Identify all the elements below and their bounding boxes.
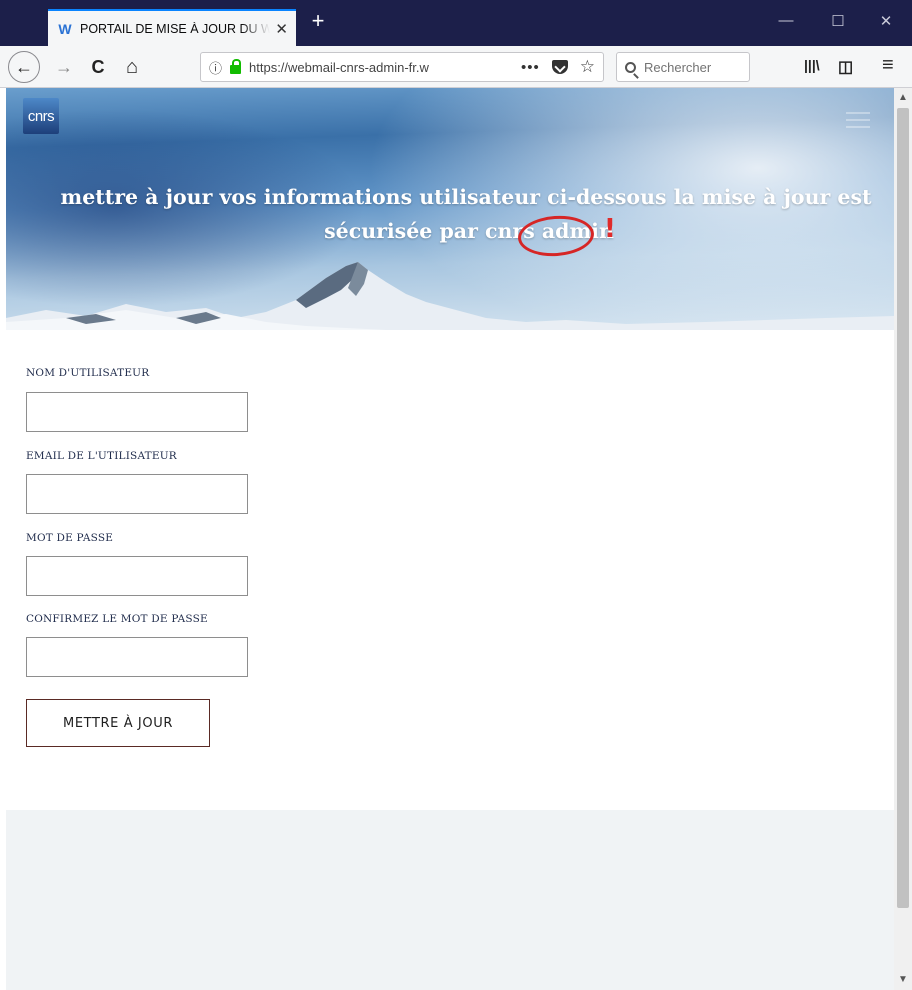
url-bar[interactable]: ⓘ https://webmail-cnrs-admin-fr.w ••• ☆ xyxy=(200,52,604,82)
password-label: MOT DE PASSE xyxy=(26,532,114,544)
page-actions-icon[interactable]: ••• xyxy=(521,59,540,76)
library-icon[interactable]: |||\ xyxy=(804,57,820,73)
email-input[interactable] xyxy=(26,474,248,514)
lock-icon xyxy=(230,58,242,74)
mountain-range-image xyxy=(6,262,894,330)
update-form: NOM D'UTILISATEUR EMAIL DE L'UTILISATEUR… xyxy=(6,330,894,810)
reload-button[interactable]: C xyxy=(84,53,112,81)
username-label: NOM D'UTILISATEUR xyxy=(26,367,150,379)
tab-title: PORTAIL DE MISE À JOUR DU W xyxy=(80,21,270,36)
new-tab-button[interactable]: + xyxy=(306,10,330,34)
browser-tab-active[interactable]: W PORTAIL DE MISE À JOUR DU W ✕ xyxy=(48,9,296,46)
confirm-password-input[interactable] xyxy=(26,637,248,677)
url-text[interactable]: https://webmail-cnrs-admin-fr.w xyxy=(249,60,487,75)
logo-text: cnrs xyxy=(27,107,55,125)
headline-line-1: mettre à jour vos informations utilisate… xyxy=(60,185,872,209)
search-bar[interactable]: Rechercher xyxy=(616,52,750,82)
scroll-down-icon[interactable]: ▼ xyxy=(894,972,912,988)
browser-navbar: ← → C ⌂ ⓘ https://webmail-cnrs-admin-fr.… xyxy=(0,46,912,88)
scroll-up-icon[interactable]: ▲ xyxy=(894,90,912,106)
close-window-icon[interactable]: ✕ xyxy=(876,12,896,30)
search-placeholder: Rechercher xyxy=(644,59,712,75)
browser-titlebar: W PORTAIL DE MISE À JOUR DU W ✕ + — ☐ ✕ xyxy=(0,0,912,46)
home-button[interactable]: ⌂ xyxy=(118,53,146,81)
sidebar-icon[interactable]: ◫ xyxy=(838,57,853,77)
pocket-icon[interactable] xyxy=(551,60,568,74)
footer-band xyxy=(6,810,894,990)
bookmark-star-icon[interactable]: ☆ xyxy=(580,57,595,77)
minimize-icon[interactable]: — xyxy=(776,12,796,29)
email-label: EMAIL DE L'UTILISATEUR xyxy=(26,450,177,462)
scrollbar-thumb[interactable] xyxy=(897,108,909,908)
page-viewport: cnrs mettre à jour vos informations util… xyxy=(6,88,894,990)
password-input[interactable] xyxy=(26,556,248,596)
page-scrollbar[interactable]: ▲ ▼ xyxy=(894,88,912,990)
hero-banner: cnrs mettre à jour vos informations util… xyxy=(6,88,894,330)
confirm-password-label: CONFIRMEZ LE MOT DE PASSE xyxy=(26,613,208,625)
tab-close-icon[interactable]: ✕ xyxy=(275,20,288,38)
update-button[interactable]: METTRE À JOUR xyxy=(26,699,210,747)
site-info-icon[interactable]: ⓘ xyxy=(209,58,222,77)
hero-headline: mettre à jour vos informations utilisate… xyxy=(36,180,894,248)
back-button[interactable]: ← xyxy=(8,51,40,83)
search-icon xyxy=(625,61,636,73)
headline-line-2: sécurisée par cnrs admin xyxy=(324,219,614,243)
exclamation-annotation: ! xyxy=(604,214,616,244)
site-menu-icon[interactable] xyxy=(846,112,870,128)
username-input[interactable] xyxy=(26,392,248,432)
hamburger-menu-icon[interactable]: ≡ xyxy=(882,54,894,77)
forward-button[interactable]: → xyxy=(50,53,78,81)
wix-favicon-icon: W xyxy=(58,20,72,37)
maximize-icon[interactable]: ☐ xyxy=(828,12,848,30)
cnrs-logo[interactable]: cnrs xyxy=(23,98,59,134)
